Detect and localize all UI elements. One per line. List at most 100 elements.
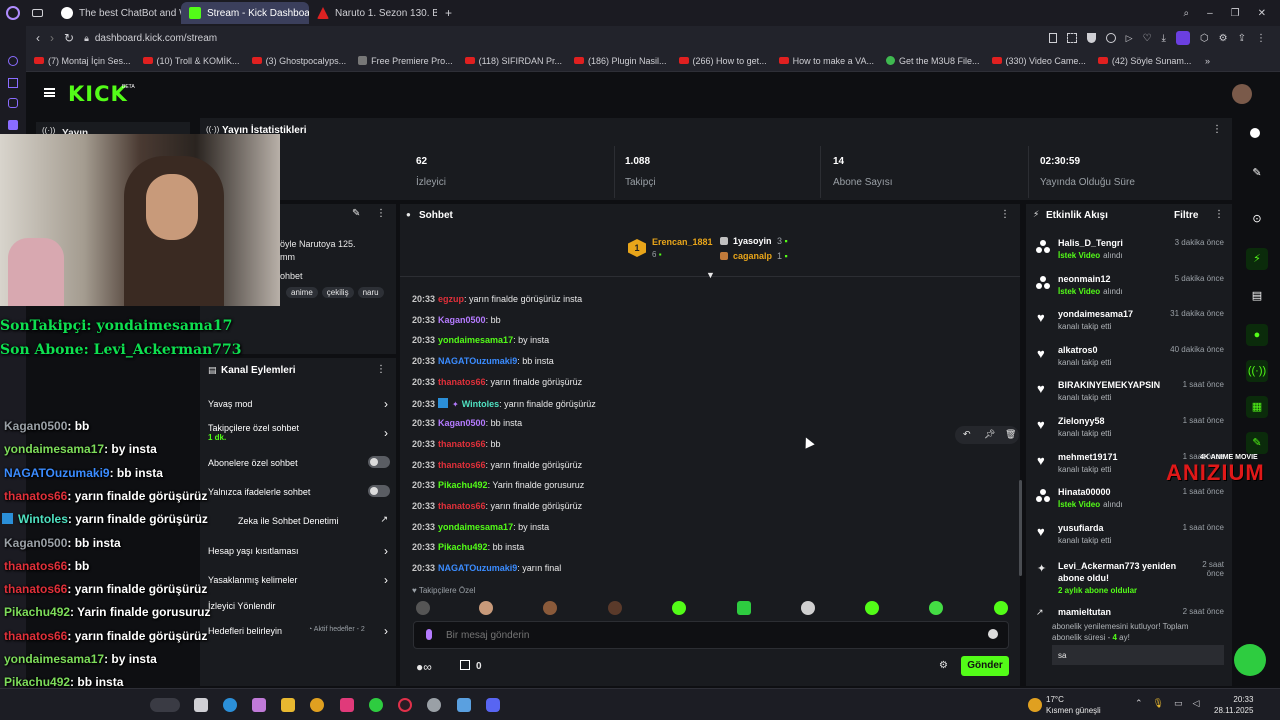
favorite-heart-icon[interactable]: ♡ — [1143, 33, 1152, 44]
message-username[interactable]: Pikachu492 — [438, 480, 488, 490]
leader-user[interactable]: caganalp — [733, 251, 772, 261]
bookmark-item[interactable]: (3) Ghostpocalyps... — [251, 56, 346, 66]
tag-chip[interactable]: anime — [286, 287, 318, 298]
message-username[interactable]: thanatos66 — [438, 377, 486, 387]
message-username[interactable]: thanatos66 — [438, 439, 486, 449]
bookmarks-overflow-icon[interactable]: » — [1205, 56, 1280, 66]
message-username[interactable]: Wintoles — [462, 399, 499, 409]
block-icon[interactable] — [1105, 33, 1116, 43]
tab-kick-dashboard[interactable]: Stream - Kick Dashboard — [181, 2, 309, 24]
activity-item[interactable]: ♥ BIRAKINYEMEKYAPSIN kanalı takip etti 1 sa… — [1032, 380, 1224, 408]
reload-icon[interactable]: ↻ — [64, 31, 74, 45]
collapse-icon[interactable]: ▼ — [706, 270, 715, 280]
broadcast-icon[interactable]: ((·)) — [1246, 360, 1268, 382]
delete-icon[interactable]: 🗑︎ — [1005, 429, 1016, 440]
message-username[interactable]: NAGATOuzumaki9 — [438, 563, 517, 573]
instagram-icon[interactable] — [340, 698, 354, 712]
stats-menu-icon[interactable]: ⋮ — [1212, 124, 1222, 135]
emote-icon[interactable] — [994, 601, 1008, 615]
mail-icon[interactable] — [8, 120, 18, 130]
chat-message-row[interactable]: 20:33 egzup: yarın finalde görüşürüz inst… — [412, 294, 582, 304]
discord-icon[interactable] — [486, 698, 500, 712]
emote-icon[interactable] — [416, 601, 430, 615]
messenger-icon[interactable] — [8, 56, 18, 66]
chat-message-row[interactable]: 20:33 Pikachu492: Yarin finalde gorusuruz — [412, 480, 584, 490]
bookmark-item[interactable]: (186) Plugin Nasil... — [574, 56, 667, 66]
chat-message-row[interactable]: 20:33 NAGATOuzumaki9: bb insta — [412, 356, 554, 366]
settings-icon[interactable]: ⚙ — [1219, 33, 1228, 44]
channel-actions-menu-icon[interactable]: ⋮ — [376, 364, 386, 375]
send-button[interactable]: Gönder — [961, 656, 1009, 676]
chat-message-row[interactable]: 20:33 thanatos66: yarın finalde görüşürüz — [412, 377, 582, 387]
chat-menu-icon[interactable]: ⋮ — [1000, 209, 1010, 220]
forward-icon[interactable]: › — [50, 31, 54, 45]
bookmark-item[interactable]: (42) Söyle Sunam... — [1097, 56, 1191, 66]
activity-item[interactable]: Halis_D_Tengri İstek Video alındı 3 dakika … — [1032, 238, 1224, 266]
filter-button[interactable]: Filtre — [1174, 210, 1198, 221]
activity-item[interactable]: ♥ Zielonyy58 kanalı takip etti 1 saat önce — [1032, 416, 1224, 444]
emoji-icon[interactable] — [988, 629, 998, 639]
emote-icon[interactable] — [672, 601, 686, 615]
restore-icon[interactable]: ❐ — [1231, 8, 1240, 19]
emote-icon[interactable] — [737, 601, 751, 615]
chat-settings-icon[interactable]: ⚙ — [939, 660, 948, 671]
message-username[interactable]: Kagan0500 — [438, 418, 486, 428]
activity-menu-icon[interactable]: ⋮ — [1214, 209, 1224, 220]
chat-scrollbar[interactable] — [1019, 480, 1022, 576]
store-icon[interactable] — [460, 660, 470, 670]
user-avatar[interactable] — [1232, 84, 1252, 104]
raid-row[interactable]: İzleyici Yönlendir — [208, 601, 390, 611]
message-username[interactable]: NAGATOuzumaki9 — [438, 356, 517, 366]
play-icon[interactable]: ▷ — [1126, 33, 1133, 44]
pencil-icon[interactable]: ✎ — [1250, 166, 1264, 180]
message-username[interactable]: thanatos66 — [438, 501, 486, 511]
stream-info-menu-icon[interactable]: ⋮ — [376, 208, 386, 219]
bookmark-icon[interactable] — [1048, 33, 1057, 43]
emote-icon[interactable] — [801, 601, 815, 615]
message-username[interactable]: Pikachu492 — [438, 542, 488, 552]
banned-words-row[interactable]: Yasaklanmış kelimeler › — [208, 573, 390, 587]
browser-logo-icon[interactable] — [6, 6, 20, 20]
tab-chatbot[interactable]: The best ChatBot and Wi — [53, 2, 181, 24]
close-window-icon[interactable]: ✕ — [1258, 8, 1266, 19]
emote-icon[interactable] — [479, 601, 493, 615]
new-tab-icon[interactable]: + — [445, 6, 452, 20]
chat-message-row[interactable]: 20:33 Kagan0500: bb insta — [412, 418, 522, 428]
copilot-icon[interactable] — [252, 698, 266, 712]
slow-mode-row[interactable]: Yavaş mod › — [208, 397, 390, 411]
bookmark-item[interactable]: Free Premiere Pro... — [358, 56, 453, 66]
leader-user[interactable]: 1yasoyin — [733, 236, 772, 246]
leader-user[interactable]: Erencan_1881 — [652, 237, 713, 247]
emote-icon[interactable] — [608, 601, 622, 615]
activity-item[interactable]: Hinata00000 İstek Video alındı 1 saat önce — [1032, 487, 1224, 515]
tab-list-icon[interactable] — [32, 9, 43, 17]
search-tabs-icon[interactable]: ⌕ — [1183, 8, 1189, 19]
tray-overflow-icon[interactable]: ⌃ — [1135, 698, 1143, 709]
emote-icon[interactable] — [543, 601, 557, 615]
chat-message-row[interactable]: 20:33 yondaimesama17: by insta — [412, 335, 549, 345]
bookmark-item[interactable]: (118) SIFIRDAN Pr... — [464, 56, 562, 66]
whatsapp-icon[interactable] — [369, 698, 383, 712]
shield-icon[interactable] — [1086, 33, 1096, 43]
chrome-icon[interactable] — [310, 698, 324, 712]
bookmark-item[interactable]: (266) How to get... — [678, 56, 767, 66]
tag-chip[interactable]: çekiliş — [321, 287, 354, 298]
more-icon[interactable]: ⋮ — [1256, 33, 1266, 44]
bookmark-item[interactable]: How to make a VA... — [778, 56, 874, 66]
ai-moderation-row[interactable]: Zeka ile Sohbet Denetimi ↗ — [208, 514, 390, 526]
message-username[interactable]: thanatos66 — [438, 460, 486, 470]
kick-logo[interactable]: KICK — [68, 82, 128, 106]
message-username[interactable]: egzup — [438, 294, 464, 304]
extensions-icon[interactable]: ⬡ — [1200, 33, 1209, 44]
stream-category[interactable]: ohbet — [280, 271, 303, 281]
activity-resub-item[interactable]: ✦ Levi_Ackerman773 yeniden abone oldu! 2 … — [1032, 560, 1224, 600]
hamburger-menu-icon[interactable] — [44, 88, 55, 97]
games-icon[interactable] — [8, 98, 18, 108]
back-icon[interactable]: ‹ — [36, 31, 40, 45]
chat-message-row[interactable]: 20:33 yondaimesama17: by insta — [412, 522, 549, 532]
minimize-icon[interactable]: – — [1207, 8, 1213, 19]
activity-item[interactable]: neonmain12 İstek Video alındı 5 dakika önce — [1032, 274, 1224, 302]
chat-message-row[interactable]: 20:33 NAGATOuzumaki9: yarın final — [412, 563, 561, 573]
emote-only-toggle[interactable] — [368, 485, 390, 497]
document-icon[interactable]: ▤ — [1250, 289, 1264, 303]
